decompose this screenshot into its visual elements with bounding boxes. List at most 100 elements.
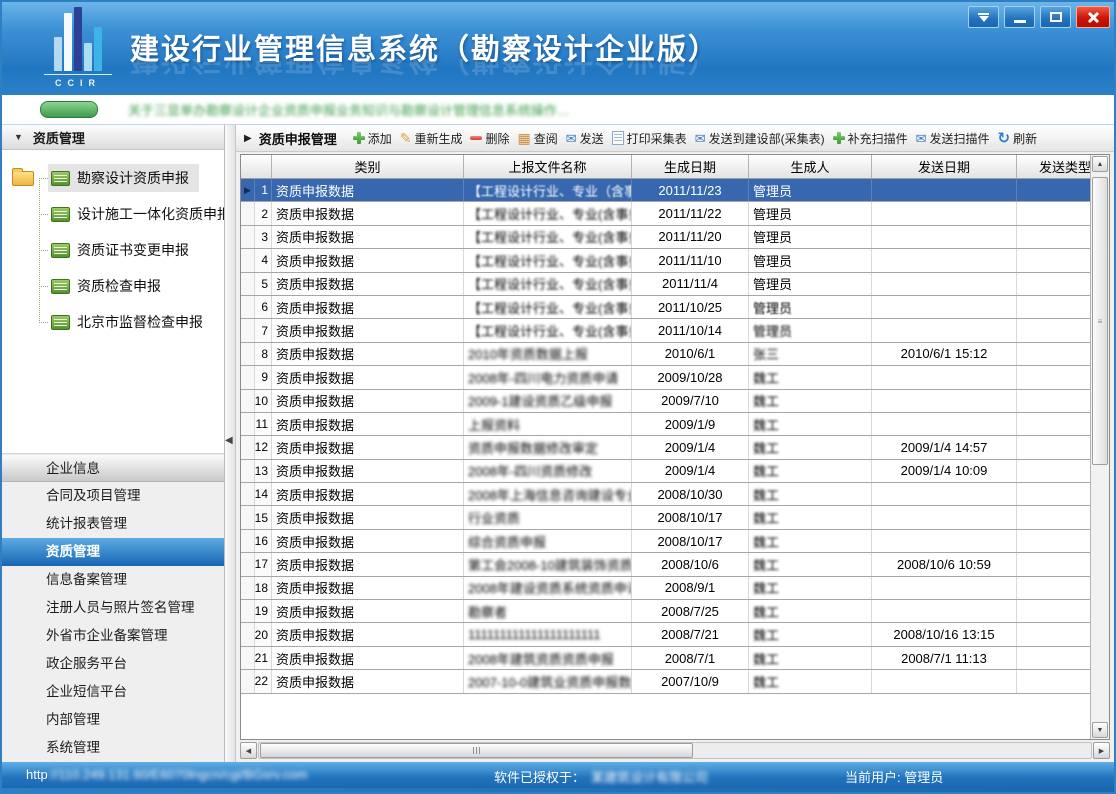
- nav-item[interactable]: 统计报表管理: [2, 510, 224, 538]
- tree-item[interactable]: 资质证书变更申报: [48, 232, 222, 268]
- cell-send-date: [872, 249, 1017, 271]
- table-row[interactable]: 10资质申报数据2009-1建设资质乙级申报2009/7/10魏工: [241, 390, 1090, 413]
- toolbar-button[interactable]: 补充扫描件: [833, 130, 908, 147]
- nav-item[interactable]: 企业短信平台: [2, 678, 224, 706]
- maximize-button[interactable]: [1040, 6, 1071, 28]
- table-row[interactable]: 20资质申报数据1111111111111111111112008/7/21魏工…: [241, 623, 1090, 646]
- status-license-company: 某建筑设计有限公司: [591, 767, 708, 786]
- status-url: http ://110.249.131.60/E6070lngcn/cgi/BG…: [26, 767, 307, 782]
- table-row[interactable]: 19资质申报数据勘察者2008/7/25魏工: [241, 600, 1090, 623]
- cell-send-type: [1017, 226, 1090, 248]
- splitter-collapse-arrow[interactable]: ◀: [225, 435, 233, 446]
- tree-item-inner[interactable]: 资质检查申报: [48, 272, 171, 300]
- toolbar-button[interactable]: 添加: [353, 130, 392, 147]
- table-row[interactable]: 17资质申报数据第工会2008-10建筑装饰资质申报2008/10/6魏工200…: [241, 553, 1090, 576]
- horizontal-scrollbar[interactable]: ◀ ▶: [240, 742, 1110, 759]
- nav-item[interactable]: 政企服务平台: [2, 650, 224, 678]
- vscroll-thumb[interactable]: ≡: [1092, 177, 1108, 465]
- collapse-button[interactable]: [968, 6, 999, 28]
- nav-item[interactable]: 系统管理: [2, 734, 224, 762]
- row-number: 4: [255, 249, 272, 271]
- cell-send-type: [1017, 179, 1090, 201]
- nav-item[interactable]: 资质管理: [2, 538, 224, 566]
- table-row[interactable]: 11资质申报数据上报资料2009/1/9魏工: [241, 413, 1090, 436]
- cell-generate-person: 魏工: [749, 436, 872, 458]
- folder-icon[interactable]: [12, 171, 34, 186]
- table-row[interactable]: 6资质申报数据【工程设计行业、专业(含事务所...2011/10/25管理员: [241, 296, 1090, 319]
- table-row[interactable]: ▶1资质申报数据【工程设计行业、专业（含事务所...2011/11/23管理员: [241, 179, 1090, 202]
- toolbar-button-label: 发送: [580, 130, 604, 147]
- tree-item[interactable]: 北京市监督检查申报: [48, 304, 222, 340]
- toolbar-button[interactable]: ✉发送到建设部(采集表): [695, 130, 825, 147]
- table-row[interactable]: 21资质申报数据2008年建筑资质资质申报2008/7/1魏工2008/7/1 …: [241, 647, 1090, 670]
- row-number: 3: [255, 226, 272, 248]
- toolbar-button[interactable]: ✎重新生成: [400, 130, 463, 147]
- nav-item[interactable]: 信息备案管理: [2, 566, 224, 594]
- table-row[interactable]: 13资质申报数据2008年-四川资质修改2009/1/4魏工2009/1/4 1…: [241, 460, 1090, 483]
- cell-category: 资质申报数据: [272, 202, 464, 224]
- grid-column-header[interactable]: 类别: [272, 155, 464, 178]
- table-row[interactable]: 9资质申报数据2008年-四川电力资质申请2009/10/28魏工: [241, 366, 1090, 389]
- close-button[interactable]: [1076, 6, 1110, 28]
- toolbar-title-label: 资质申报管理: [259, 129, 337, 148]
- tree-item-inner[interactable]: 资质证书变更申报: [48, 236, 199, 264]
- toolbar-button[interactable]: 删除: [470, 130, 509, 147]
- table-row[interactable]: 14资质申报数据2008年上海信息咨询建设专业资质...2008/10/30魏工: [241, 483, 1090, 506]
- hscroll-left-button[interactable]: ◀: [240, 742, 257, 759]
- table-row[interactable]: 4资质申报数据【工程设计行业、专业(含事务所...2011/11/10管理员: [241, 249, 1090, 272]
- grid-column-header[interactable]: 上报文件名称: [464, 155, 632, 178]
- nav-item[interactable]: 合同及项目管理: [2, 482, 224, 510]
- toolbar-button[interactable]: ✉发送扫描件: [916, 130, 990, 147]
- notification-bar: 关于三显单办勘察设计企业资质申报业务知识与勘察设计管理信息系统操作…: [2, 95, 1114, 125]
- table-row[interactable]: 2资质申报数据【工程设计行业、专业(含事务所...2011/11/22管理员: [241, 202, 1090, 225]
- tree-item-inner[interactable]: 设计施工一体化资质申报: [48, 200, 224, 228]
- nav-item[interactable]: 注册人员与照片签名管理: [2, 594, 224, 622]
- cell-category: 资质申报数据: [272, 647, 464, 669]
- tree-panel-header[interactable]: ▼ 资质管理: [2, 125, 224, 150]
- table-row[interactable]: 3资质申报数据【工程设计行业、专业(含事务所...2011/11/20管理员: [241, 226, 1090, 249]
- hscroll-right-button[interactable]: ▶: [1093, 742, 1110, 759]
- mail-icon: ✉: [566, 132, 577, 145]
- toolbar-button[interactable]: ▦查阅: [518, 130, 558, 147]
- status-license-label: 软件已授权于：: [494, 767, 585, 786]
- pencil-icon: ✎: [400, 131, 412, 145]
- file-name-text: 【工程设计行业、专业(含事务所...: [468, 251, 632, 270]
- cell-generate-date: 2011/11/22: [632, 202, 749, 224]
- table-row[interactable]: 8资质申报数据2010年资质数据上报2010/6/1张三2010/6/1 15:…: [241, 343, 1090, 366]
- table-row[interactable]: 12资质申报数据资质申报数据修改审定2009/1/4魏工2009/1/4 14:…: [241, 436, 1090, 459]
- notification-text[interactable]: 关于三显单办勘察设计企业资质申报业务知识与勘察设计管理信息系统操作…: [128, 100, 570, 119]
- toolbar-button[interactable]: ↻刷新: [998, 130, 1038, 147]
- person-text: 魏工: [753, 578, 779, 597]
- cell-file-name: 第工会2008-10建筑装饰资质申报: [464, 553, 632, 575]
- grid-column-header[interactable]: 生成人: [749, 155, 872, 178]
- table-row[interactable]: 16资质申报数据综合资质申报2008/10/17魏工: [241, 530, 1090, 553]
- grid-column-header[interactable]: 生成日期: [632, 155, 749, 178]
- cell-generate-date: 2008/7/21: [632, 623, 749, 645]
- panel-splitter[interactable]: ◀: [225, 125, 236, 762]
- grid-column-header[interactable]: 发送类型: [1017, 155, 1090, 178]
- toolbar-button[interactable]: 打印采集表: [612, 130, 687, 147]
- tree-item[interactable]: 勘察设计资质申报: [48, 160, 222, 196]
- tree-item[interactable]: 设计施工一体化资质申报: [48, 196, 222, 232]
- hscroll-thumb[interactable]: [260, 743, 693, 758]
- tree-item-inner[interactable]: 勘察设计资质申报: [48, 164, 199, 192]
- minimize-button[interactable]: [1004, 6, 1035, 28]
- toolbar-button[interactable]: ✉发送: [566, 130, 604, 147]
- hscroll-track[interactable]: [258, 742, 1092, 759]
- grid-column-header[interactable]: 发送日期: [872, 155, 1017, 178]
- cell-generate-person: 魏工: [749, 600, 872, 622]
- nav-item[interactable]: 内部管理: [2, 706, 224, 734]
- table-row[interactable]: 7资质申报数据【工程设计行业、专业(含事务所...2011/10/14管理员: [241, 319, 1090, 342]
- table-row[interactable]: 15资质申报数据行业资质2008/10/17魏工: [241, 506, 1090, 529]
- table-row[interactable]: 22资质申报数据2007-10-0建筑业资质申报数据2007/10/9魏工: [241, 670, 1090, 693]
- vscroll-up-button[interactable]: ▲: [1092, 156, 1108, 172]
- vertical-scrollbar[interactable]: ▲ ≡ ▼: [1090, 155, 1109, 739]
- table-row[interactable]: 5资质申报数据【工程设计行业、专业(含事务所...2011/11/4管理员: [241, 273, 1090, 296]
- tree-item-inner[interactable]: 北京市监督检查申报: [48, 308, 213, 336]
- table-row[interactable]: 18资质申报数据2008年建设资质系统资质申请2008/9/1魏工: [241, 577, 1090, 600]
- vscroll-down-button[interactable]: ▼: [1092, 722, 1108, 738]
- nav-item[interactable]: 企业信息: [2, 454, 224, 482]
- tree-item[interactable]: 资质检查申报: [48, 268, 222, 304]
- nav-item[interactable]: 外省市企业备案管理: [2, 622, 224, 650]
- cell-category: 资质申报数据: [272, 553, 464, 575]
